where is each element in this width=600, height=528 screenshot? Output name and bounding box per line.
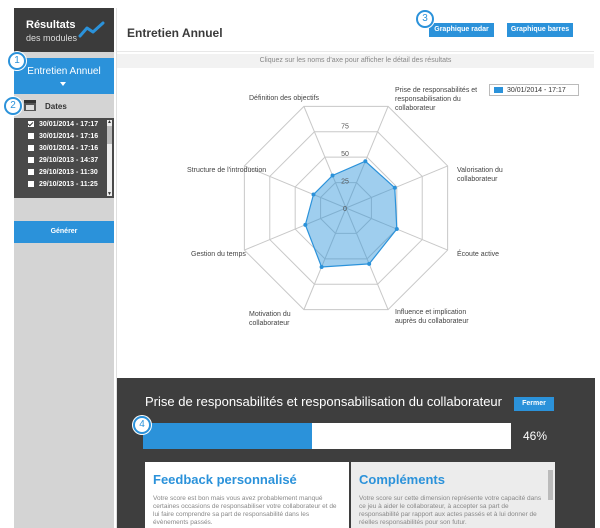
radar-point — [367, 261, 372, 266]
radar-point — [303, 222, 308, 227]
radar-axis-label[interactable]: Prise de responsabilités et responsabili… — [395, 86, 485, 113]
radar-point — [363, 159, 368, 164]
close-button[interactable]: Fermer — [514, 397, 554, 411]
sidebar: Résultats des modules Entretien Annuel D… — [14, 8, 114, 528]
radar-tick-label: 75 — [341, 124, 349, 131]
radar-point — [330, 173, 335, 178]
radar-point — [319, 264, 324, 269]
feedback-title: Feedback personnalisé — [153, 472, 297, 487]
chart-hint: Cliquez sur les noms d'axe pour afficher… — [117, 54, 594, 68]
date-label: 30/01/2014 - 17:16 — [39, 132, 99, 140]
radar-tick-label: 25 — [341, 179, 349, 186]
logo-title: Résultats — [26, 19, 76, 31]
trend-chart-icon — [78, 21, 105, 38]
date-label: 29/10/2013 - 11:30 — [39, 168, 98, 176]
date-item[interactable]: 30/01/2014 - 17:16 — [14, 142, 114, 154]
score-bar — [143, 423, 511, 449]
main-panel: Entretien Annuel Graphique radar Graphiq… — [116, 8, 595, 528]
detail-panel: Prise de responsabilités et responsabili… — [117, 378, 595, 528]
date-checkbox[interactable] — [28, 133, 34, 139]
bar-chart-button[interactable]: Graphique barres — [507, 23, 573, 37]
callout-1: 1 — [8, 52, 26, 70]
date-item[interactable]: 29/10/2013 - 14:37 — [14, 154, 114, 166]
date-label: 29/10/2013 - 14:37 — [39, 156, 99, 164]
caret-down-icon — [60, 82, 66, 86]
date-checkbox[interactable] — [28, 169, 34, 175]
radar-tick-label: 0 — [343, 206, 347, 213]
chart-area: 30/01/2014 - 17:17 0 25 50 75 Prise de resp… — [117, 68, 594, 378]
date-item[interactable]: 30/01/2014 - 17:17 — [14, 118, 114, 130]
radar-axis-label[interactable]: Définition des objectifs — [249, 94, 329, 103]
date-label: 30/01/2014 - 17:16 — [39, 144, 99, 152]
radar-axis-label[interactable]: Motivation du collaborateur — [249, 310, 329, 328]
radar-axis-label[interactable]: Gestion du temps — [191, 250, 271, 259]
callout-2: 2 — [4, 97, 22, 115]
radar-series-area — [304, 160, 398, 268]
date-label: 30/01/2014 - 17:17 — [39, 120, 99, 128]
date-checkbox[interactable] — [28, 121, 34, 127]
date-list: 30/01/2014 - 17:17 30/01/2014 - 17:16 30/0… — [14, 118, 114, 198]
radar-point — [392, 185, 397, 190]
logo-subtitle: des modules — [26, 33, 78, 43]
date-item[interactable]: 29/10/2013 - 11:25 — [14, 178, 114, 190]
scroll-up-icon[interactable]: ▲ — [107, 119, 112, 125]
score-percent: 46% — [523, 429, 548, 443]
complements-title: Compléments — [359, 472, 445, 487]
date-checkbox[interactable] — [28, 181, 34, 187]
date-item[interactable]: 29/10/2013 - 11:30 — [14, 166, 114, 178]
generate-button[interactable]: Générer — [14, 221, 114, 243]
complements-scrollbar[interactable] — [548, 470, 553, 500]
radar-chart-button[interactable]: Graphique radar — [429, 23, 494, 37]
dates-header: Dates — [14, 94, 114, 120]
detail-title: Prise de responsabilités et responsabili… — [145, 394, 502, 409]
feedback-card: Feedback personnalisé Votre score est bo… — [145, 462, 349, 528]
callout-4: 4 — [133, 416, 151, 434]
feedback-text: Votre score est bon mais vous avez proba… — [153, 495, 337, 526]
date-item[interactable]: 30/01/2014 - 17:16 — [14, 130, 114, 142]
date-checkbox[interactable] — [28, 145, 34, 151]
scrollbar-thumb[interactable] — [107, 126, 112, 144]
app-logo: Résultats des modules — [14, 8, 114, 52]
radar-axis-label[interactable]: Structure de l'introduction — [187, 166, 267, 175]
radar-axis-label[interactable]: Influence et implication auprès du colla… — [395, 308, 485, 326]
complements-text: Votre score sur cette dimension représen… — [359, 495, 542, 526]
date-checkbox[interactable] — [28, 157, 34, 163]
score-bar-fill — [143, 423, 313, 449]
date-list-scrollbar[interactable]: ▲ ▼ — [107, 119, 112, 197]
radar-point — [311, 192, 316, 197]
main-header: Entretien Annuel Graphique radar Graphiq… — [117, 8, 594, 52]
module-label: Entretien Annuel — [27, 66, 101, 77]
radar-tick-label: 50 — [341, 151, 349, 158]
module-selector[interactable]: Entretien Annuel — [14, 58, 114, 94]
calendar-icon — [24, 100, 36, 111]
radar-point — [394, 227, 399, 232]
dates-label: Dates — [45, 102, 67, 111]
page-title: Entretien Annuel — [127, 26, 223, 40]
radar-axis-label[interactable]: Valorisation du collaborateur — [457, 166, 537, 184]
callout-3: 3 — [416, 10, 434, 28]
radar-axis-label[interactable]: Écoute active — [457, 250, 537, 259]
scroll-down-icon[interactable]: ▼ — [107, 191, 112, 197]
radar-chart: 0 25 50 75 — [243, 105, 449, 311]
date-label: 29/10/2013 - 11:25 — [39, 180, 98, 188]
complements-card: Compléments Votre score sur cette dimens… — [351, 462, 555, 528]
